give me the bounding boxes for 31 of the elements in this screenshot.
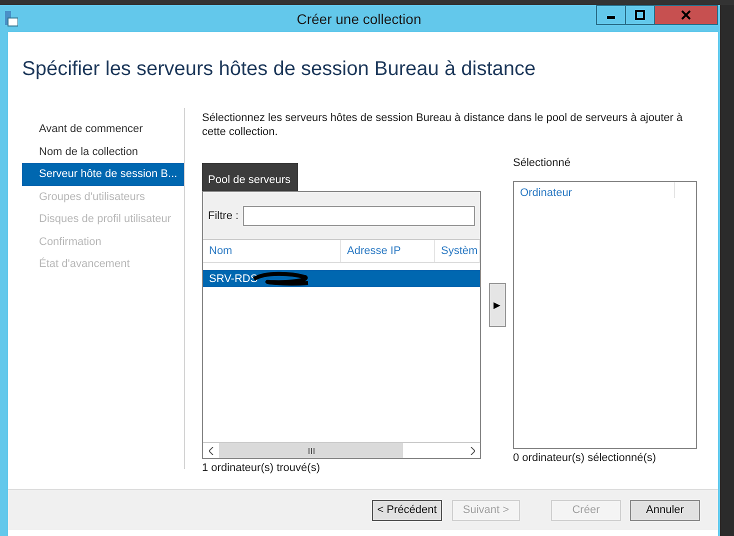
filter-label: Filtre : — [208, 210, 239, 222]
close-button[interactable] — [654, 5, 718, 25]
minimize-button[interactable] — [596, 5, 626, 25]
pool-tab[interactable]: Pool de serveurs — [202, 163, 298, 191]
grip-icon — [308, 448, 314, 454]
wizard-button[interactable]: < Précédent — [372, 500, 442, 520]
server-name: SRV-RDS — [209, 272, 258, 284]
selected-label: Sélectionné — [513, 156, 572, 171]
server-row[interactable]: SRV-RDS — [203, 270, 480, 287]
wizard-step[interactable]: Avant de commencer — [22, 118, 184, 140]
horizontal-scrollbar[interactable] — [203, 442, 480, 458]
app-icon — [4, 10, 18, 26]
close-icon — [681, 10, 691, 20]
column-header[interactable]: Nom — [203, 240, 341, 262]
wizard-step[interactable]: Serveur hôte de session B... — [22, 163, 184, 186]
column-header[interactable]: Ordinateur — [514, 182, 675, 198]
description-text: Sélectionnez les serveurs hôtes de session Bureau à distance dans le pool de serveurs à ajouter à cette collection. — [202, 111, 684, 139]
wizard-button[interactable]: Annuler — [630, 500, 700, 520]
scroll-right-icon — [470, 446, 474, 454]
selected-count: 0 ordinateur(s) sélectionné(s) — [513, 452, 658, 464]
scroll-thumb[interactable] — [219, 443, 403, 458]
scroll-left-icon — [208, 446, 214, 454]
filter-field[interactable] — [242, 206, 475, 226]
column-header[interactable]: Systèm — [435, 240, 480, 262]
column-header[interactable]: Adresse IP — [341, 240, 435, 262]
found-count: 1 ordinateur(s) trouvé(s) — [202, 462, 321, 474]
page-heading: Spécifier les serveurs hôtes de session Bureau à distance — [21, 57, 537, 82]
window-title: Créer une collection — [296, 10, 422, 26]
maximize-icon — [635, 10, 645, 20]
add-button[interactable]: ▶ — [488, 282, 506, 326]
wizard-step[interactable]: Nom de la collection — [22, 140, 184, 163]
